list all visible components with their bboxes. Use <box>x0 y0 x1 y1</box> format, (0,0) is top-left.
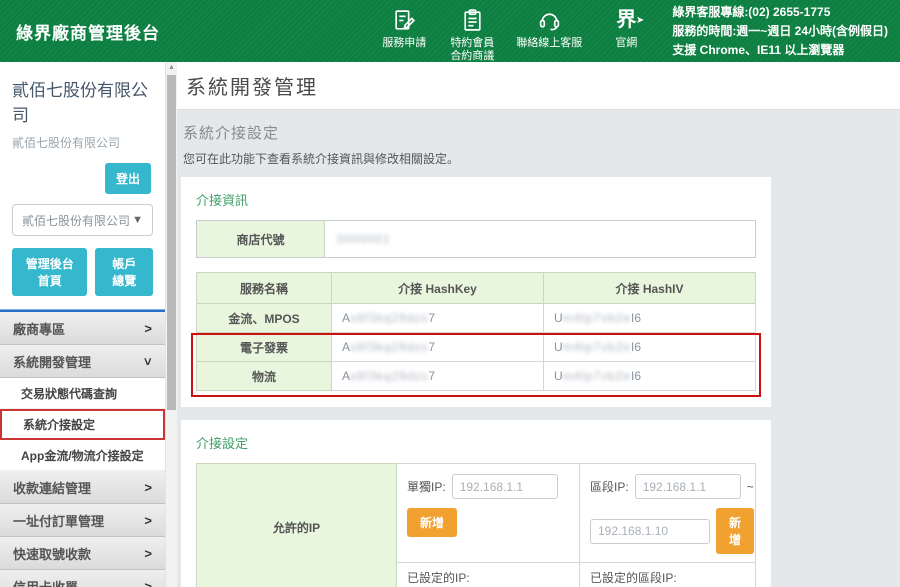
nav-label-line2: 合約商議 <box>450 50 494 63</box>
app-title: 綠界廠商管理後台 <box>16 19 160 44</box>
admin-home-button[interactable]: 管理後台首頁 <box>12 248 87 296</box>
add-single-ip-button[interactable]: 新增 <box>407 508 457 537</box>
single-ip-cell: 單獨IP: 新增 <box>397 464 580 563</box>
single-ip-label: 單獨IP: <box>407 478 446 495</box>
ecpay-brand-icon: 界➤ <box>616 8 636 33</box>
table-row: 電子發票 Ax8f3kq29dzs7 Um4tp7vb2eI6 <box>197 333 756 362</box>
sidebar-item-system-dev[interactable]: 系統開發管理 > <box>0 345 165 378</box>
sidebar-item-quick-collect[interactable]: 快速取號收款> <box>0 537 165 570</box>
browser-support: 支援 Chrome、IE11 以上瀏覽器 <box>672 41 888 60</box>
chevron-down-icon: ▼ <box>132 214 143 226</box>
scrollbar-thumb[interactable] <box>167 75 176 410</box>
table-row: 物流 Ax8f3kq29dzs7 Um4tp7vb2eI6 <box>197 362 756 391</box>
sidebar-item-credit-card[interactable]: 信用卡收單> <box>0 570 165 587</box>
single-ip-input[interactable] <box>452 474 558 499</box>
sidebar-item-onepage-order[interactable]: 一址付訂單管理> <box>0 504 165 537</box>
table-row: 金流、MPOS Ax8f3kq29dzs7 Um4tp7vb2eI6 <box>197 304 756 333</box>
chevron-right-icon: > <box>144 480 152 495</box>
support-hours: 服務的時間:週一~週日 24小時(含例假日) <box>672 22 888 41</box>
main-content: 系統開發管理 系統介接設定 您可在此功能下查看系統介接資訊與修改相關設定。 介接… <box>177 62 900 587</box>
nav-contract-member[interactable]: 特約會員 合約商議 <box>448 8 496 63</box>
company-subtitle: 貳佰七股份有限公司 <box>12 134 153 151</box>
hashkey-value: Ax8f3kq29dzs7 <box>332 362 544 391</box>
col-hashkey: 介接 HashKey <box>332 273 544 304</box>
clipboard-icon <box>460 8 485 33</box>
chevron-right-icon: > <box>144 579 152 587</box>
configured-single-ip: 已設定的IP: <box>397 563 580 587</box>
card-heading: 介接資訊 <box>196 190 756 209</box>
header-nav: 服務申請 特約會員 合約商議 聯絡線上客服 界➤ 官網 <box>380 0 650 63</box>
sidebar-item-vendor-zone[interactable]: 廠商專區 > <box>0 312 165 345</box>
col-service: 服務名稱 <box>197 273 332 304</box>
configured-range-ip: 已設定的區段IP: <box>580 563 756 587</box>
page-title: 系統開發管理 <box>177 62 900 110</box>
vertical-scrollbar: ▲ <box>165 62 177 587</box>
nav-label: 聯絡線上客服 <box>516 37 582 50</box>
company-title: 貳佰七股份有限公司 <box>12 76 153 126</box>
hash-table: 服務名稱 介接 HashKey 介接 HashIV 金流、MPOS Ax8f3k… <box>196 272 756 391</box>
cursor-icon: ➤ <box>636 9 644 33</box>
hashiv-value: Um4tp7vb2eI6 <box>544 362 756 391</box>
hashiv-value: Um4tp7vb2eI6 <box>544 333 756 362</box>
range-ip-cell: 區段IP: ~ 新增 <box>580 464 756 563</box>
account-overview-button[interactable]: 帳戶總覽 <box>95 248 153 296</box>
chevron-down-icon: > <box>141 357 156 365</box>
add-range-ip-button[interactable]: 新增 <box>716 508 754 554</box>
nav-online-support[interactable]: 聯絡線上客服 <box>516 8 582 50</box>
section-description: 您可在此功能下查看系統介接資訊與修改相關設定。 <box>183 150 900 167</box>
nav-official-site[interactable]: 界➤ 官網 <box>602 8 650 50</box>
chevron-right-icon: > <box>144 546 152 561</box>
merchant-id-label: 商店代號 <box>197 221 325 257</box>
section-title: 系統介接設定 <box>183 122 900 143</box>
form-pencil-icon <box>392 8 417 33</box>
service-name: 電子發票 <box>197 333 332 362</box>
range-ip-to-input[interactable] <box>590 519 710 544</box>
nav-service-apply[interactable]: 服務申請 <box>380 8 428 50</box>
company-select-value: 貳佰七股份有限公司 <box>22 212 130 229</box>
nav-label: 特約會員 <box>450 37 494 50</box>
hashkey-value: Ax8f3kq29dzs7 <box>332 304 544 333</box>
nav-label: 服務申請 <box>382 37 426 50</box>
headset-icon <box>537 8 562 33</box>
interface-settings-card: 介接設定 允許的IP 單獨IP: 新增 <box>181 420 771 587</box>
app-header: 綠界廠商管理後台 服務申請 特約會員 合約商議 <box>0 0 900 62</box>
merchant-id-row: 商店代號 0000001 <box>196 220 756 258</box>
card-heading: 介接設定 <box>196 433 756 452</box>
support-phone: 綠界客服專線:(02) 2655-1775 <box>672 3 888 22</box>
tilde-separator: ~ <box>747 480 754 494</box>
table-header-row: 服務名稱 介接 HashKey 介接 HashIV <box>197 273 756 304</box>
nav-label: 官網 <box>615 37 637 50</box>
service-name: 物流 <box>197 362 332 391</box>
sidebar: 貳佰七股份有限公司 貳佰七股份有限公司 登出 貳佰七股份有限公司 ▼ 管理後台首… <box>0 62 165 587</box>
company-select[interactable]: 貳佰七股份有限公司 ▼ <box>12 204 153 236</box>
interface-info-card: 介接資訊 商店代號 0000001 服務名稱 介接 HashKey 介接 Has… <box>181 177 771 407</box>
merchant-id-value: 0000001 <box>325 221 755 257</box>
service-name: 金流、MPOS <box>197 304 332 333</box>
chevron-right-icon: > <box>144 321 152 336</box>
settings-table: 允許的IP 單獨IP: 新增 區段IP: <box>196 463 756 587</box>
logout-button[interactable]: 登出 <box>105 163 151 194</box>
range-ip-from-input[interactable] <box>635 474 741 499</box>
chevron-right-icon: > <box>144 513 152 528</box>
sidebar-subitem-app-interface[interactable]: App金流/物流介接設定 <box>0 440 165 471</box>
sidebar-item-payment-link[interactable]: 收款連結管理> <box>0 471 165 504</box>
support-info: 綠界客服專線:(02) 2655-1775 服務的時間:週一~週日 24小時(含… <box>672 3 888 60</box>
scroll-up-arrow[interactable]: ▲ <box>166 62 177 74</box>
col-hashiv: 介接 HashIV <box>544 273 756 304</box>
allowed-ip-label: 允許的IP <box>197 464 397 587</box>
sidebar-subitem-system-interface[interactable]: 系統介接設定 <box>0 409 165 440</box>
range-ip-label: 區段IP: <box>590 478 629 495</box>
hashiv-value: Um4tp7vb2eI6 <box>544 304 756 333</box>
sidebar-subitem-txn-status-code[interactable]: 交易狀態代碼查詢 <box>0 378 165 409</box>
hashkey-value: Ax8f3kq29dzs7 <box>332 333 544 362</box>
